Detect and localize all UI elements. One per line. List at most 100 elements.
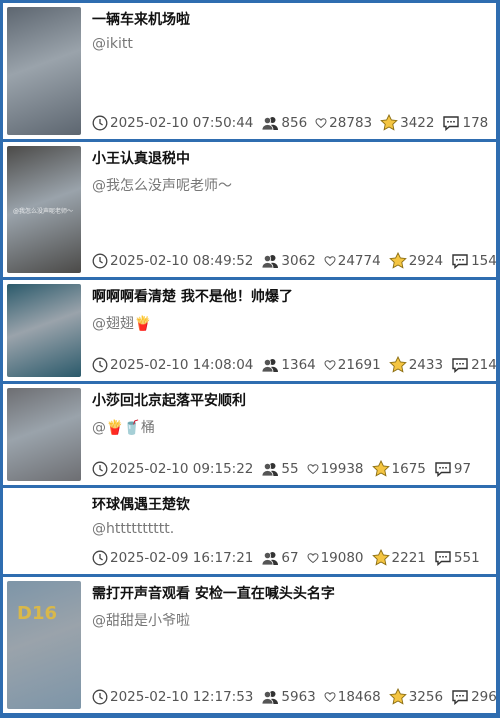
like-count: 24774 xyxy=(324,253,381,269)
heart-icon xyxy=(315,117,327,129)
comment-count: 154 xyxy=(451,253,496,269)
comment-icon xyxy=(451,689,469,705)
star-icon xyxy=(388,252,407,269)
post-stats: 2025-02-10 07:50:44 856 28783 3422 178 xyxy=(92,114,496,131)
view-count-value: 3062 xyxy=(281,252,316,269)
post-thumbnail[interactable] xyxy=(7,492,81,570)
clock-icon xyxy=(92,253,108,269)
comment-icon xyxy=(434,550,452,566)
post-author[interactable]: @甜甜是小爷啦 xyxy=(92,610,190,630)
post-author[interactable]: @ikitt xyxy=(92,36,133,52)
like-count: 19938 xyxy=(307,461,364,477)
comment-icon xyxy=(434,461,452,477)
post-title[interactable]: 小王认真退税中 xyxy=(92,148,190,168)
clock-icon xyxy=(92,550,108,566)
post-date: 2025-02-10 07:50:44 xyxy=(92,115,253,131)
favorite-count: 2924 xyxy=(388,252,444,269)
like-count-value: 19080 xyxy=(320,549,364,566)
post-card[interactable]: 小莎回北京起落平安顺利 @🍟🥤桶 2025-02-10 09:15:22 55 1993… xyxy=(3,384,496,485)
post-stats: 2025-02-10 14:08:04 1364 21691 2433 214 xyxy=(92,356,496,373)
post-card[interactable]: 一辆车来机场啦 @ikitt 2025-02-10 07:50:44 856 28783… xyxy=(3,3,496,139)
post-card[interactable]: 环球偶遇王楚钦 @htttttttttt. 2025-02-09 16:17:21 6… xyxy=(3,488,496,574)
post-author[interactable]: @🍟🥤桶 xyxy=(92,417,155,437)
view-count: 3062 xyxy=(261,252,316,269)
star-icon xyxy=(388,688,407,705)
favorite-count: 1675 xyxy=(371,460,426,477)
like-count-value: 24774 xyxy=(337,252,381,269)
post-card[interactable]: @我怎么没声呢老师～ 小王认真退税中 @我怎么没声呢老师～ 2025-02-10 08… xyxy=(3,142,496,277)
post-date: 2025-02-10 08:49:52 xyxy=(92,253,253,269)
heart-icon xyxy=(324,359,336,371)
post-date-value: 2025-02-10 14:08:04 xyxy=(110,356,254,373)
people-icon xyxy=(261,357,279,373)
post-stats: 2025-02-10 12:17:53 5963 18468 3256 296 xyxy=(92,688,496,705)
post-date-value: 2025-02-10 07:50:44 xyxy=(110,114,254,131)
thumbnail-sign: D16 xyxy=(17,603,57,624)
post-thumbnail[interactable] xyxy=(7,388,81,481)
star-icon xyxy=(388,356,407,373)
like-count-value: 21691 xyxy=(337,356,381,373)
favorite-count-value: 3256 xyxy=(408,688,444,705)
people-icon xyxy=(261,689,279,705)
favorite-count-value: 2221 xyxy=(391,549,426,566)
view-count: 55 xyxy=(261,460,299,477)
post-author[interactable]: @我怎么没声呢老师～ xyxy=(92,175,232,195)
people-icon xyxy=(261,253,279,269)
post-author[interactable]: @htttttttttt. xyxy=(92,521,174,537)
post-date-value: 2025-02-10 12:17:53 xyxy=(110,688,254,705)
star-icon xyxy=(380,114,398,131)
post-date-value: 2025-02-09 16:17:21 xyxy=(110,549,254,566)
post-list: 一辆车来机场啦 @ikitt 2025-02-10 07:50:44 856 28783… xyxy=(3,3,496,716)
post-date-value: 2025-02-10 09:15:22 xyxy=(110,460,254,477)
clock-icon xyxy=(92,689,108,705)
favorite-count-value: 2924 xyxy=(408,252,444,269)
view-count: 67 xyxy=(261,550,299,566)
post-card[interactable]: 啊啊啊看清楚 我不是他！帅爆了 @翅翅🍟 2025-02-10 14:08:04 13… xyxy=(3,280,496,381)
comment-count: 214 xyxy=(451,357,496,373)
post-title[interactable]: 环球偶遇王楚钦 xyxy=(92,494,190,514)
comment-count-value: 551 xyxy=(453,549,480,566)
post-thumbnail[interactable] xyxy=(7,284,81,377)
favorite-count-value: 3422 xyxy=(400,114,435,131)
people-icon xyxy=(261,461,279,477)
comment-count: 97 xyxy=(434,461,471,477)
view-count-value: 856 xyxy=(281,114,308,131)
post-date: 2025-02-09 16:17:21 xyxy=(92,550,253,566)
comment-count: 178 xyxy=(442,115,488,131)
comment-count-value: 154 xyxy=(471,252,496,269)
favorite-count: 2433 xyxy=(388,356,443,373)
heart-icon xyxy=(307,552,319,564)
favorite-count: 2221 xyxy=(371,549,426,566)
post-title[interactable]: 一辆车来机场啦 xyxy=(92,9,190,29)
comment-count-value: 214 xyxy=(471,356,496,373)
post-stats: 2025-02-09 16:17:21 67 19080 2221 551 xyxy=(92,549,488,566)
heart-icon xyxy=(324,255,336,267)
view-count-value: 1364 xyxy=(281,356,316,373)
star-icon xyxy=(371,549,390,566)
comment-count: 296 xyxy=(451,689,496,705)
post-thumbnail[interactable]: D16 xyxy=(7,581,81,709)
post-card[interactable]: D16 需打开声音观看 安检一直在喊头头名字 @甜甜是小爷啦 2025-02-10 1… xyxy=(3,577,496,713)
post-title[interactable]: 啊啊啊看清楚 我不是他！帅爆了 xyxy=(92,286,293,306)
like-count: 28783 xyxy=(315,115,372,131)
view-count-value: 55 xyxy=(281,460,299,477)
favorite-count-value: 1675 xyxy=(391,460,426,477)
post-title[interactable]: 需打开声音观看 安检一直在喊头头名字 xyxy=(92,583,335,603)
people-icon xyxy=(261,115,279,131)
like-count: 19080 xyxy=(307,550,364,566)
post-author[interactable]: @翅翅🍟 xyxy=(92,313,151,333)
like-count: 18468 xyxy=(324,689,381,705)
comment-icon xyxy=(451,357,469,373)
post-title[interactable]: 小莎回北京起落平安顺利 xyxy=(92,390,246,410)
like-count-value: 28783 xyxy=(329,114,373,131)
post-stats: 2025-02-10 08:49:52 3062 24774 2924 154 xyxy=(92,252,496,269)
clock-icon xyxy=(92,461,108,477)
star-icon xyxy=(371,460,390,477)
view-count: 1364 xyxy=(261,356,316,373)
post-thumbnail[interactable] xyxy=(7,7,81,135)
people-icon xyxy=(261,550,279,566)
post-thumbnail[interactable]: @我怎么没声呢老师～ xyxy=(7,146,81,273)
view-count: 856 xyxy=(261,115,307,131)
comment-count-value: 296 xyxy=(471,688,496,705)
heart-icon xyxy=(307,463,319,475)
